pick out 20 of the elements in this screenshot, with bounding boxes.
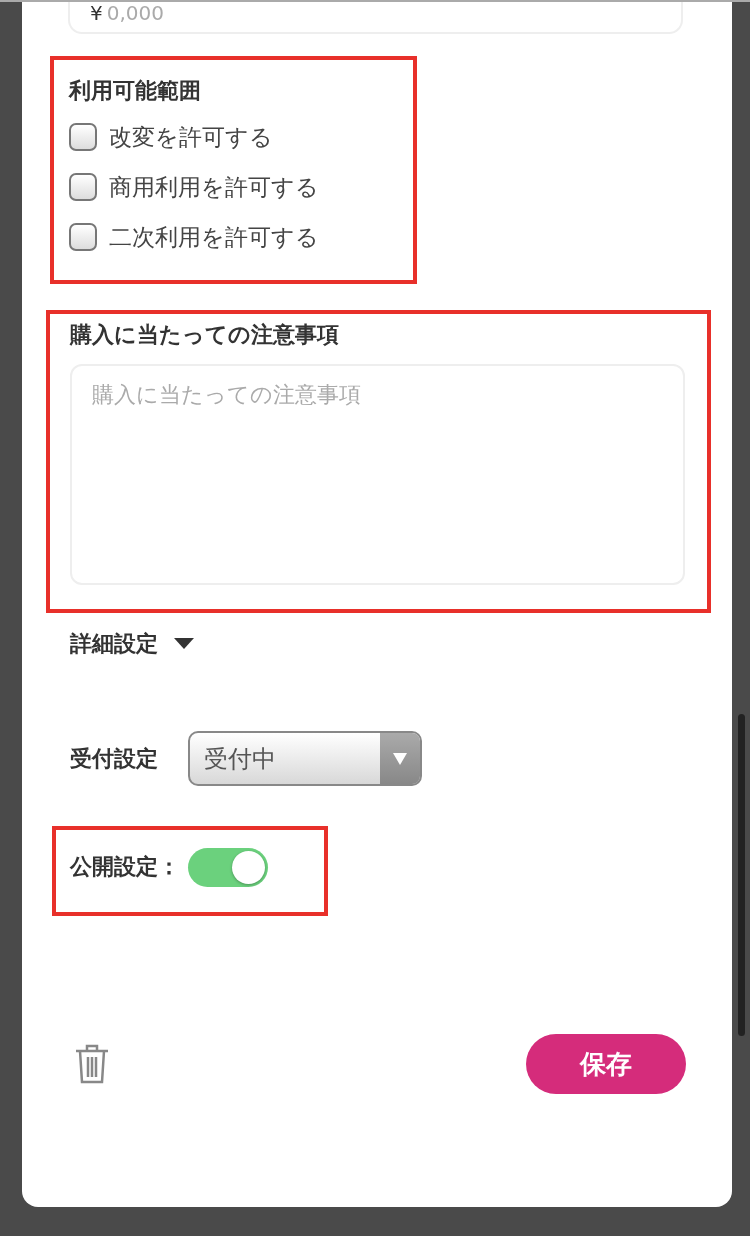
dropdown-arrow-icon: [393, 752, 407, 765]
checkbox[interactable]: [69, 123, 97, 151]
save-button[interactable]: 保存: [526, 1034, 686, 1094]
advanced-settings-toggle[interactable]: 詳細設定: [70, 629, 158, 659]
currency-prefix: ¥: [90, 2, 103, 24]
section-heading: 購入に当たっての注意事項: [70, 321, 340, 349]
scrollbar[interactable]: [738, 714, 745, 1036]
field-label: 公開設定：: [70, 853, 180, 881]
notes-field[interactable]: 購入に当たっての注意事項: [70, 364, 685, 585]
field-label: 受付設定: [70, 744, 158, 773]
caret-icon[interactable]: [174, 638, 194, 650]
checkbox-label: 改変を許可する: [109, 122, 273, 152]
checkbox-label: 商用利用を許可する: [109, 172, 319, 202]
checkbox-label: 二次利用を許可する: [109, 222, 319, 252]
toggle-switch[interactable]: [188, 847, 268, 887]
trash-icon[interactable]: [74, 1043, 110, 1085]
section-heading: 利用可能範囲: [69, 77, 202, 105]
checkbox[interactable]: [69, 173, 97, 201]
status-dropdown[interactable]: 受付中: [188, 731, 422, 786]
checkbox[interactable]: [69, 223, 97, 251]
